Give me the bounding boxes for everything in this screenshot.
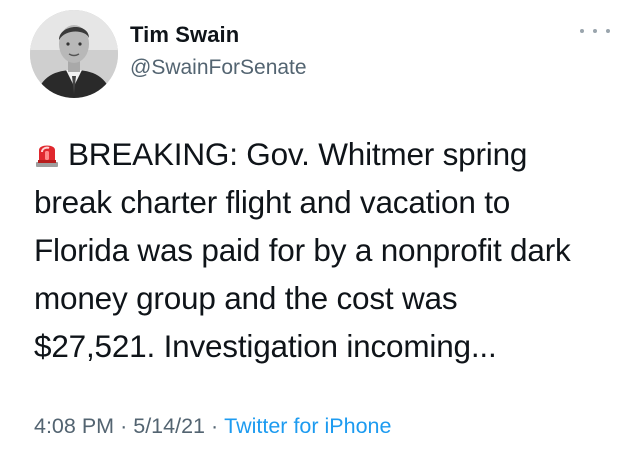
tweet-text-line-content: BREAKING: Gov. Whitmer spring: [68, 136, 528, 172]
police-light-icon: [36, 145, 58, 167]
tweet-text-line: Florida was paid for by a nonprofit dark: [34, 232, 571, 268]
meta-separator: ·: [120, 414, 128, 438]
avatar[interactable]: [30, 10, 118, 98]
profile-photo-icon: [30, 10, 118, 98]
dot: [593, 29, 597, 33]
tweet-meta: 4:08 PM · 5/14/21 · Twitter for iPhone: [34, 414, 391, 439]
tweet-text-line: break charter flight and vacation to: [34, 184, 511, 220]
author-display-name[interactable]: Tim Swain: [130, 22, 239, 48]
tweet-time[interactable]: 4:08 PM: [34, 414, 114, 438]
meta-separator: ·: [210, 414, 219, 438]
tweet-text: BREAKING: Gov. Whitmer spring break char…: [34, 130, 624, 370]
tweet-card: Tim Swain @SwainForSenate BREAKING: Gov.…: [0, 0, 640, 459]
ellipsis-icon[interactable]: [580, 22, 610, 40]
tweet-source-link[interactable]: Twitter for iPhone: [224, 414, 391, 438]
dot: [580, 29, 584, 33]
tweet-date[interactable]: 5/14/21: [133, 414, 205, 438]
dot: [606, 29, 610, 33]
tweet-text-line: $27,521. Investigation incoming...: [34, 328, 497, 364]
tweet-text-line: money group and the cost was: [34, 280, 458, 316]
tweet-text-line: BREAKING: Gov. Whitmer spring: [34, 130, 624, 178]
author-handle[interactable]: @SwainForSenate: [130, 56, 307, 80]
